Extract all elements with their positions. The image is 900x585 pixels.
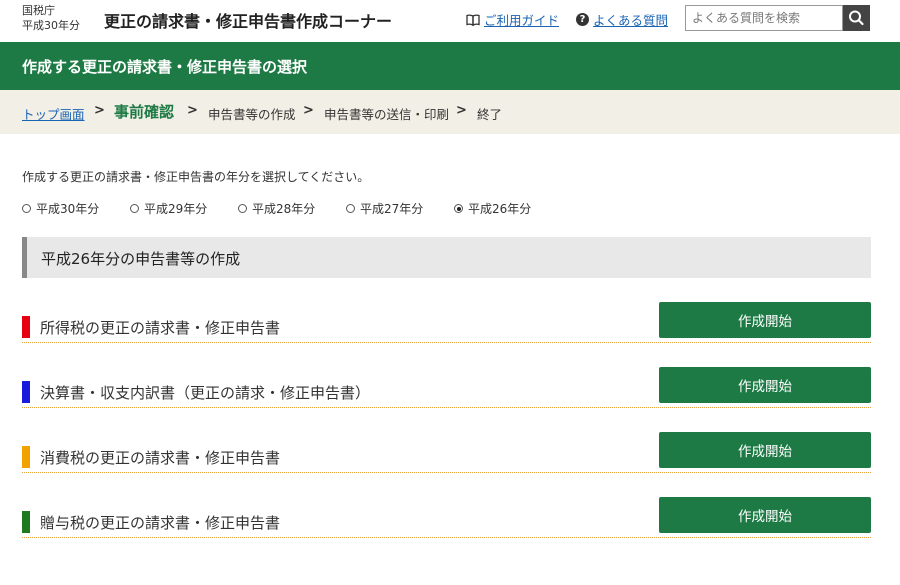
form-label: 決算書・収支内訳書（更正の請求・修正申告書） xyxy=(40,384,371,402)
year-label: 平成30年分 xyxy=(22,19,80,32)
guide-link-label: ご利用ガイド xyxy=(484,13,560,28)
form-label: 贈与税の更正の請求書・修正申告書 xyxy=(40,514,281,532)
faq-link-label: よくある質問 xyxy=(593,13,669,28)
year-option-label: 平成27年分 xyxy=(360,202,424,216)
radio-button[interactable] xyxy=(238,204,247,213)
year-option-label: 平成28年分 xyxy=(252,202,316,216)
year-option-label: 平成30年分 xyxy=(36,202,100,216)
breadcrumb-step: 終了 xyxy=(477,107,503,122)
breadcrumb-separator: > xyxy=(456,103,467,118)
radio-button[interactable] xyxy=(454,204,463,213)
start-creation-button[interactable]: 作成開始 xyxy=(659,432,871,468)
start-creation-button[interactable]: 作成開始 xyxy=(659,497,871,533)
year-option[interactable]: 平成30年分 xyxy=(22,200,99,217)
section-heading: 平成26年分の申告書等の作成 xyxy=(22,237,871,278)
breadcrumb-separator: > xyxy=(303,103,314,118)
breadcrumb: トップ画面 > 事前確認 > 申告書等の作成 > 申告書等の送信・印刷 > 終了 xyxy=(0,90,900,134)
form-row: 贈与税の更正の請求書・修正申告書 作成開始 xyxy=(22,497,871,538)
form-row: 消費税の更正の請求書・修正申告書 作成開始 xyxy=(22,432,871,473)
guide-link[interactable]: ご利用ガイド xyxy=(466,10,559,29)
breadcrumb-step: 申告書等の送信・印刷 xyxy=(324,107,450,122)
header: 国税庁 平成30年分 更正の請求書・修正申告書作成コーナー ご利用ガイド ? よ… xyxy=(0,0,900,42)
form-row: 決算書・収支内訳書（更正の請求・修正申告書） 作成開始 xyxy=(22,367,871,408)
form-label: 消費税の更正の請求書・修正申告書 xyxy=(40,449,281,467)
form-color-marker xyxy=(22,511,30,533)
year-option[interactable]: 平成27年分 xyxy=(346,200,423,217)
faq-search xyxy=(685,5,870,31)
year-option[interactable]: 平成28年分 xyxy=(238,200,315,217)
form-color-marker xyxy=(22,316,30,338)
year-option-label: 平成26年分 xyxy=(468,202,532,216)
form-label: 所得税の更正の請求書・修正申告書 xyxy=(40,319,281,337)
year-option-label: 平成29年分 xyxy=(144,202,208,216)
radio-button[interactable] xyxy=(130,204,139,213)
question-circle-icon: ? xyxy=(576,13,589,26)
year-option[interactable]: 平成26年分 xyxy=(454,200,531,217)
breadcrumb-step: 申告書等の作成 xyxy=(208,107,296,122)
breadcrumb-current: 事前確認 xyxy=(114,103,175,121)
radio-button[interactable] xyxy=(22,204,31,213)
section-heading-text: 平成26年分の申告書等の作成 xyxy=(41,250,241,268)
form-color-marker xyxy=(22,446,30,468)
breadcrumb-separator: > xyxy=(94,103,105,118)
breadcrumb-top-link[interactable]: トップ画面 xyxy=(22,104,85,123)
page-title-band: 作成する更正の請求書・修正申告書の選択 xyxy=(0,42,900,90)
search-button[interactable] xyxy=(843,5,870,31)
app-title: 更正の請求書・修正申告書作成コーナー xyxy=(104,12,393,31)
breadcrumb-separator: > xyxy=(187,103,198,118)
form-row: 所得税の更正の請求書・修正申告書 作成開始 xyxy=(22,302,871,343)
form-color-marker xyxy=(22,381,30,403)
book-icon xyxy=(466,13,480,26)
year-option[interactable]: 平成29年分 xyxy=(130,200,207,217)
search-icon xyxy=(849,10,864,26)
start-creation-button[interactable]: 作成開始 xyxy=(659,367,871,403)
agency-block: 国税庁 平成30年分 xyxy=(22,3,80,33)
agency-name: 国税庁 xyxy=(22,4,55,17)
search-input[interactable] xyxy=(685,5,843,31)
faq-link[interactable]: ? よくある質問 xyxy=(576,10,668,29)
page-title: 作成する更正の請求書・修正申告書の選択 xyxy=(22,58,308,76)
radio-button[interactable] xyxy=(346,204,355,213)
start-creation-button[interactable]: 作成開始 xyxy=(659,302,871,338)
year-prompt: 作成する更正の請求書・修正申告書の年分を選択してください。 xyxy=(22,170,370,184)
